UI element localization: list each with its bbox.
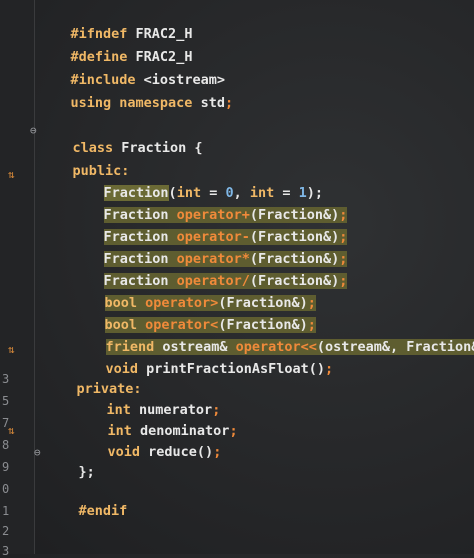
code-editor[interactable]: #ifndef FRAC2_H #define FRAC2_H #include… [0,0,474,554]
code-line: void reduce(); [107,444,222,460]
code-line: #endif [78,503,128,519]
